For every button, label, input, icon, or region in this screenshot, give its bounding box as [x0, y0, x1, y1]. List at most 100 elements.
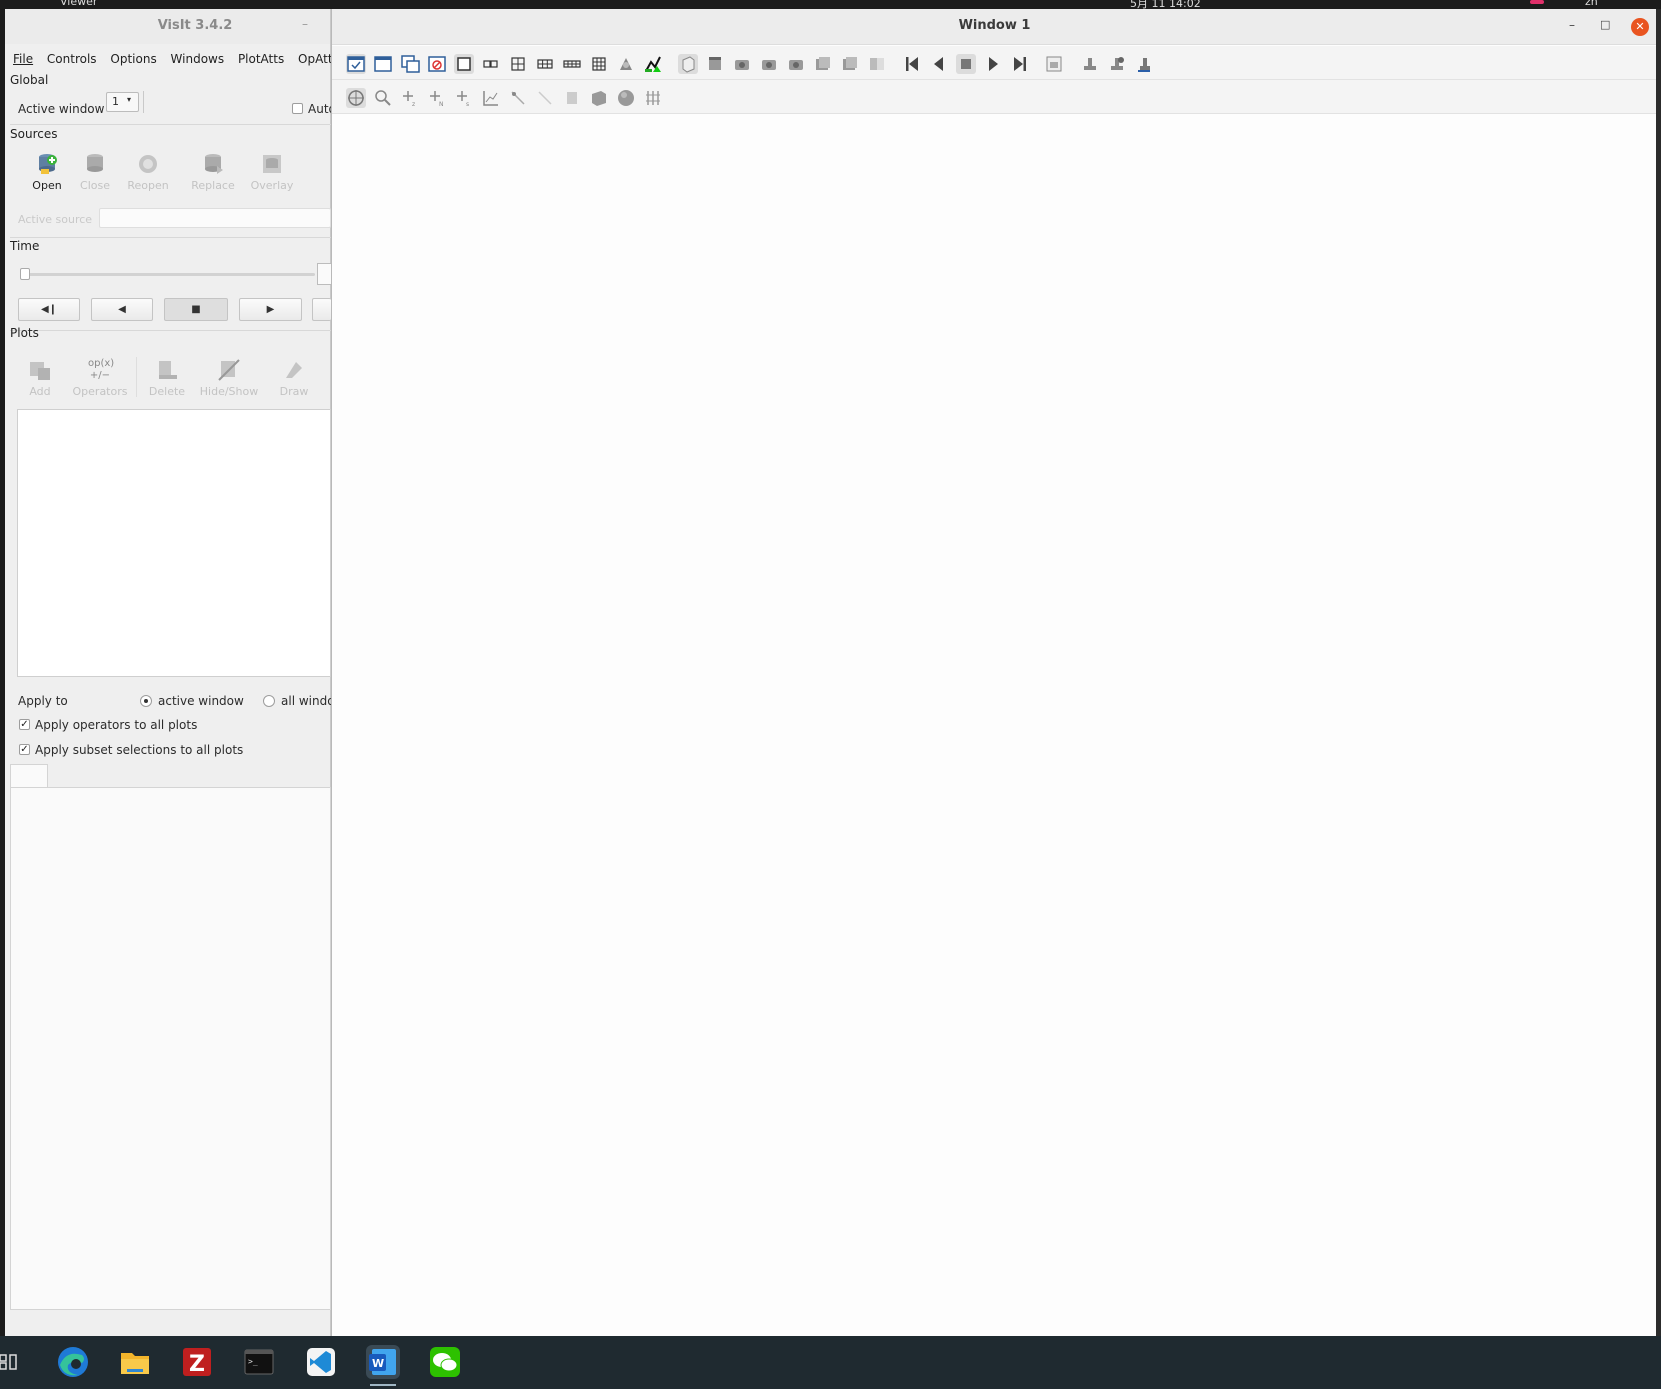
operators-button[interactable]: op(x) +/− Operators — [67, 358, 133, 398]
time-state-spinbox[interactable] — [317, 263, 331, 285]
time-slider-track[interactable] — [20, 273, 315, 276]
toggle-mode-icon[interactable] — [346, 54, 366, 74]
step-forward-button[interactable] — [312, 298, 331, 321]
box-tool-icon[interactable] — [562, 88, 582, 108]
svg-text:>_: >_ — [248, 1357, 258, 1366]
forward-step-icon[interactable] — [983, 54, 1003, 74]
minimize-icon[interactable]: – — [1569, 18, 1575, 32]
apply-operators-checkbox[interactable]: ✓ — [19, 719, 30, 730]
choose-view-icon[interactable] — [813, 54, 833, 74]
invert-bg-icon[interactable] — [867, 54, 887, 74]
layout-2x4-icon[interactable] — [562, 54, 582, 74]
line-pick-icon[interactable] — [508, 88, 528, 108]
step-back-button[interactable]: ◀❙ — [18, 298, 80, 321]
copy-attributes-icon[interactable] — [840, 54, 860, 74]
line-icon[interactable] — [535, 88, 555, 108]
apply-all-windows-radio[interactable] — [263, 695, 275, 707]
menu-windows[interactable]: Windows — [163, 44, 225, 66]
add-plot-button[interactable]: Add — [22, 358, 58, 398]
lock-tools-icon[interactable] — [1080, 54, 1100, 74]
menu-options[interactable]: Options — [102, 44, 156, 66]
hide-show-icon — [217, 358, 241, 382]
apply-active-window-radio[interactable] — [140, 695, 152, 707]
new-window-icon[interactable] — [373, 54, 393, 74]
active-source-combo[interactable] — [99, 208, 331, 228]
redo-view-icon[interactable] — [759, 54, 779, 74]
layout-1x2-icon[interactable] — [481, 54, 501, 74]
draw-button[interactable]: Draw — [273, 358, 315, 398]
replace-button[interactable]: Replace — [186, 152, 240, 192]
main-titlebar[interactable]: VisIt 3.4.2 – — [5, 9, 330, 44]
stop-anim-icon[interactable] — [956, 54, 976, 74]
hide-show-button[interactable]: Hide/Show — [197, 358, 261, 398]
save-view-icon[interactable] — [786, 54, 806, 74]
visualization-area[interactable] — [332, 115, 1657, 1336]
time-slider-handle[interactable] — [20, 268, 30, 280]
delete-window-icon[interactable] — [427, 54, 447, 74]
point-tool-icon[interactable] — [643, 88, 663, 108]
apply-subset-checkbox[interactable]: ✓ — [19, 744, 30, 755]
layout-2x2-icon[interactable] — [508, 54, 528, 74]
clone-window-icon[interactable] — [400, 54, 420, 74]
word-icon[interactable]: W — [366, 1345, 400, 1386]
filezilla-icon[interactable]: Z — [180, 1345, 214, 1379]
menu-controls[interactable]: Controls — [39, 44, 97, 66]
reverse-step-icon[interactable] — [929, 54, 949, 74]
clear-icon[interactable] — [1134, 54, 1154, 74]
delete-plot-button[interactable]: Delete — [145, 358, 189, 398]
lineout-icon[interactable] — [481, 88, 501, 108]
auto-checkbox[interactable] — [292, 103, 303, 114]
notepad-tab[interactable] — [10, 764, 48, 789]
edge-browser-icon[interactable] — [56, 1345, 90, 1379]
active-window-combo[interactable]: 1 ▾ — [106, 92, 139, 112]
close-icon[interactable]: ✕ — [1631, 18, 1649, 36]
plane-tool-icon[interactable] — [589, 88, 609, 108]
layout-2x3-icon[interactable] — [535, 54, 555, 74]
viewer-titlebar[interactable]: Window 1 – □ ✕ — [332, 9, 1657, 45]
maximize-icon[interactable]: □ — [1600, 18, 1610, 31]
lock-time-icon[interactable] — [643, 54, 663, 74]
sphere-tool-icon[interactable] — [616, 88, 636, 108]
pick-zone-icon[interactable]: z — [400, 88, 420, 108]
input-method[interactable]: zh — [1585, 0, 1598, 8]
recenter-view-icon[interactable] — [705, 54, 725, 74]
undo-view-icon[interactable] — [732, 54, 752, 74]
layout-1x1-icon[interactable] — [454, 54, 474, 74]
pick-node-icon[interactable]: N — [427, 88, 447, 108]
menu-file[interactable]: File — [5, 44, 33, 66]
spinning-icon[interactable] — [616, 54, 636, 74]
close-button[interactable]: Close — [73, 152, 117, 192]
reset-view-icon[interactable] — [678, 54, 698, 74]
lock-plots-icon[interactable] — [1107, 54, 1127, 74]
add-plot-label: Add — [29, 385, 51, 398]
open-button[interactable]: Open — [25, 152, 69, 192]
overlay-label: Overlay — [250, 179, 294, 192]
menu-plotatts[interactable]: PlotAtts — [230, 44, 284, 66]
zoom-icon[interactable] — [373, 88, 393, 108]
svg-text:N: N — [439, 101, 444, 108]
active-window-value: 1 — [112, 95, 119, 108]
activities-icon[interactable] — [0, 1345, 24, 1379]
pick-icon[interactable]: s — [454, 88, 474, 108]
replace-database-icon — [201, 152, 225, 176]
apply-active-window-label: active window — [158, 694, 244, 708]
navigate-icon[interactable] — [346, 88, 366, 108]
plot-list[interactable] — [17, 409, 331, 677]
wechat-icon[interactable] — [428, 1345, 462, 1379]
reverse-end-icon[interactable] — [902, 54, 922, 74]
play-forward-button[interactable]: ▶ — [239, 298, 302, 321]
overlay-button[interactable]: Overlay — [246, 152, 298, 192]
terminal-icon[interactable]: >_ — [242, 1345, 276, 1379]
stop-button[interactable]: ■ — [164, 298, 228, 321]
layout-3x3-icon[interactable] — [589, 54, 609, 74]
vscode-icon[interactable] — [304, 1345, 338, 1379]
divider — [10, 124, 331, 125]
reopen-button[interactable]: Reopen — [123, 152, 173, 192]
lock-view-icon[interactable] — [1044, 54, 1064, 74]
files-icon[interactable] — [118, 1345, 152, 1379]
sources-section-title: Sources — [10, 127, 58, 141]
minimize-icon[interactable]: – — [302, 17, 308, 31]
forward-end-icon[interactable] — [1010, 54, 1030, 74]
play-backward-button[interactable]: ◀ — [91, 298, 153, 321]
system-app-name: Viewer — [60, 0, 98, 8]
